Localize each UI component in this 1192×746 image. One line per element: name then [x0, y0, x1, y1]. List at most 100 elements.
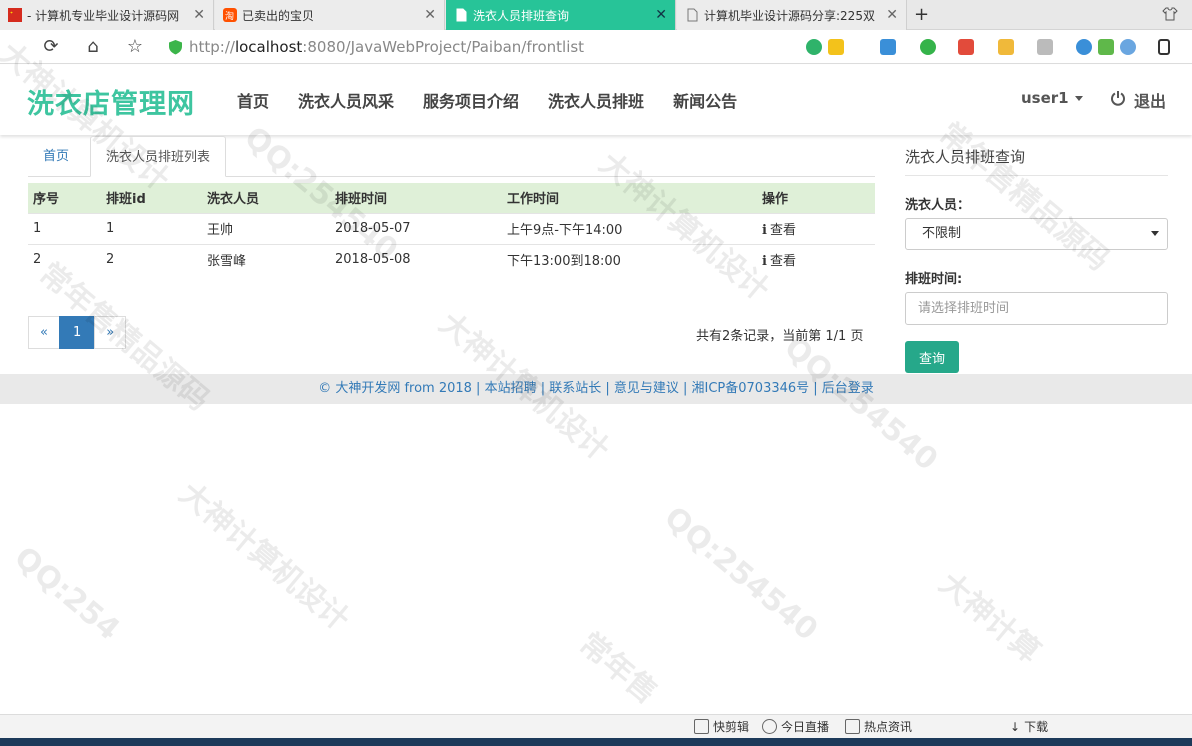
info-icon: i — [762, 254, 767, 270]
status-item-live[interactable]: 今日直播 — [762, 718, 829, 735]
page-1-button[interactable]: 1 — [58, 316, 96, 349]
status-item-news[interactable]: 热点资讯 — [845, 718, 912, 735]
cn-flag-icon — [8, 8, 22, 22]
table-header-row: 序号 排班id 洗衣人员 排班时间 工作时间 操作 — [28, 183, 875, 213]
nav-home[interactable]: 首页 — [237, 88, 269, 112]
cell-staff: 张雪峰 — [202, 243, 330, 275]
taobao-icon: 淘 — [223, 8, 237, 22]
apps-icon[interactable] — [880, 39, 896, 55]
site-logo[interactable]: 洗衣店管理网 — [27, 82, 195, 121]
main-nav: 首页 洗衣人员风采 服务项目介绍 洗衣人员排班 新闻公告 — [237, 88, 737, 112]
status-item-download[interactable]: ↓ 下载 — [1010, 718, 1048, 735]
page-icon — [454, 8, 468, 22]
cell-no: 2 — [28, 243, 101, 275]
staff-label: 洗衣人员： — [905, 198, 971, 213]
shield-icon — [168, 39, 183, 55]
tab-label: 计算机毕业设计源码分享:225双 — [704, 8, 875, 23]
minus-icon[interactable] — [1120, 39, 1136, 55]
chevron-down-icon — [1151, 231, 1159, 236]
home-icon[interactable]: ⌂ — [83, 37, 103, 57]
lightning-icon[interactable] — [828, 39, 844, 55]
next-page-button[interactable]: » — [94, 316, 127, 349]
nav-services[interactable]: 服务项目介绍 — [423, 88, 519, 112]
status-label: 快剪辑 — [713, 720, 750, 734]
col-no: 序号 — [28, 183, 101, 213]
col-id: 排班id — [101, 183, 202, 213]
phone-icon[interactable] — [1158, 39, 1170, 55]
refresh-icon[interactable]: ⟳ — [41, 37, 61, 57]
pagination: « 1 » — [28, 316, 127, 349]
scissors-icon — [694, 719, 709, 734]
browser-tab-3[interactable]: 洗衣人员排班查询 ✕ — [446, 0, 676, 30]
logout-button[interactable]: 退出 — [1110, 88, 1166, 112]
col-action: 操作 — [757, 183, 875, 213]
tab-label: 洗衣人员排班查询 — [473, 8, 570, 23]
watermark: 大神计算 — [932, 566, 1047, 671]
cell-id: 2 — [101, 243, 202, 275]
nav-staff[interactable]: 洗衣人员风采 — [298, 88, 394, 112]
col-staff: 洗衣人员 — [202, 183, 330, 213]
record-summary: 共有2条记录，当前第 1/1 页 — [696, 329, 864, 344]
breadcrumb-current: 洗衣人员排班列表 — [90, 136, 227, 177]
close-icon[interactable]: ✕ — [886, 7, 898, 23]
reader-icon[interactable] — [1098, 39, 1114, 55]
breadcrumb: 首页 洗衣人员排班列表 — [28, 136, 875, 177]
url-prefix: http:// — [189, 38, 235, 56]
close-icon[interactable]: ✕ — [193, 7, 205, 23]
os-taskbar — [0, 738, 1192, 746]
staff-select[interactable]: 不限制 — [905, 218, 1168, 250]
col-date: 排班时间 — [330, 183, 502, 213]
logout-label: 退出 — [1134, 92, 1167, 111]
info-icon: i — [762, 223, 767, 238]
staff-select-value: 不限制 — [922, 226, 962, 241]
screenshot-icon[interactable] — [998, 39, 1014, 55]
close-icon[interactable]: ✕ — [655, 7, 667, 23]
schedule-date-input[interactable] — [905, 292, 1168, 325]
translate-icon[interactable] — [958, 39, 974, 55]
cell-date: 2018-05-08 — [330, 243, 502, 275]
caret-down-icon — [1074, 96, 1083, 101]
watermark: QQ:254 — [7, 540, 127, 648]
breadcrumb-home[interactable]: 首页 — [28, 136, 84, 177]
search-icon[interactable] — [1076, 39, 1092, 55]
table-row: 1 1 王帅 2018-05-07 上午9点-下午14:00 i 查看 — [28, 212, 875, 244]
cell-staff: 王帅 — [202, 212, 330, 244]
browser-tab-bar: - 计算机专业毕业设计源码网 ✕ 淘 已卖出的宝贝 ✕ 洗衣人员排班查询 ✕ 计… — [0, 0, 1192, 30]
schedule-table: 序号 排班id 洗衣人员 排班时间 工作时间 操作 1 1 王帅 2018-05… — [28, 183, 875, 275]
status-label: 今日直播 — [781, 720, 830, 734]
view-label: 查看 — [769, 223, 796, 238]
tab-label: 已卖出的宝贝 — [242, 8, 315, 23]
user-menu[interactable]: user1 — [1021, 89, 1083, 107]
view-link[interactable]: i 查看 — [757, 212, 875, 244]
site-footer[interactable]: © 大神开发网 from 2018 | 本站招聘 | 联系站长 | 意见与建议 … — [0, 374, 1192, 404]
svg-text:淘: 淘 — [225, 10, 234, 22]
skin-icon[interactable] — [1162, 6, 1178, 22]
cell-hours: 上午9点-下午14:00 — [502, 212, 757, 244]
star-icon[interactable]: ☆ — [125, 37, 145, 57]
url-field[interactable]: http://localhost:8080/JavaWebProject/Pai… — [189, 36, 584, 58]
new-tab-button[interactable]: + — [914, 4, 929, 25]
watermark: QQ:254540 — [657, 500, 825, 648]
browser-tab-4[interactable]: 计算机毕业设计源码分享:225双 ✕ — [677, 0, 907, 30]
browser-address-bar: ⟳ ⌂ ☆ http://localhost:8080/JavaWebProje… — [0, 30, 1192, 64]
site-header: 洗衣店管理网 首页 洗衣人员风采 服务项目介绍 洗衣人员排班 新闻公告 user… — [0, 65, 1192, 135]
query-panel-title: 洗衣人员排班查询 — [905, 146, 1168, 176]
status-label: 下载 — [1024, 720, 1049, 734]
status-item-clip[interactable]: 快剪辑 — [694, 718, 749, 735]
view-label: 查看 — [769, 254, 796, 270]
browser-tab-1[interactable]: - 计算机专业毕业设计源码网 ✕ — [0, 0, 214, 30]
search-button[interactable]: 查询 — [905, 341, 959, 373]
wallet-icon[interactable] — [920, 39, 936, 55]
extension-icon[interactable] — [806, 39, 822, 55]
watermark: 大神计算机设计 — [172, 476, 356, 638]
nav-schedule[interactable]: 洗衣人员排班 — [548, 88, 644, 112]
nav-news[interactable]: 新闻公告 — [673, 88, 737, 112]
prev-page-button[interactable]: « — [28, 316, 60, 349]
status-label: 热点资讯 — [864, 720, 913, 734]
browser-tab-2[interactable]: 淘 已卖出的宝贝 ✕ — [215, 0, 445, 30]
play-icon — [762, 719, 777, 734]
view-link[interactable]: i 查看 — [757, 243, 875, 275]
close-icon[interactable]: ✕ — [424, 7, 436, 23]
game-icon[interactable] — [1037, 39, 1053, 55]
table-row: 2 2 张雪峰 2018-05-08 下午13:00到18:00 i 查看 — [28, 243, 875, 275]
